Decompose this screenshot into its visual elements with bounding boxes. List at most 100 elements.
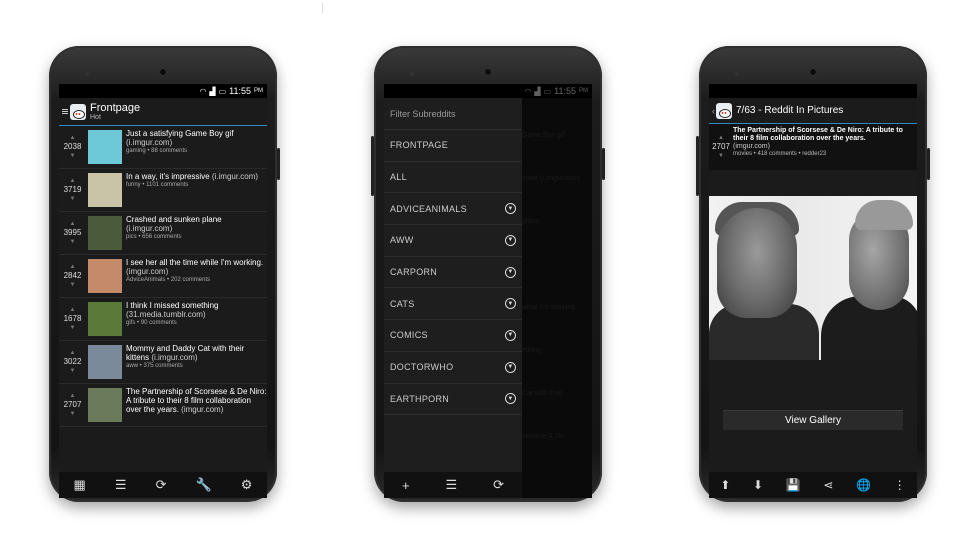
spacer xyxy=(709,360,917,410)
reddit-alien-icon[interactable] xyxy=(716,102,732,119)
drawer-item-frontpage[interactable]: FRONTPAGE xyxy=(384,130,522,162)
gallery-title: 7/63 - Reddit In Pictures xyxy=(736,105,844,116)
drawer-item-cats[interactable]: CATS ▼ xyxy=(384,288,522,321)
vote-widget: ▲ 3719 ▼ xyxy=(59,169,86,211)
vote-widget: ▲ 3022 ▼ xyxy=(59,341,86,383)
post-thumbnail[interactable] xyxy=(88,216,122,250)
chevron-down-icon[interactable]: ▼ xyxy=(505,298,516,310)
plus-icon[interactable]: + xyxy=(402,478,410,493)
post-thumbnail[interactable] xyxy=(88,130,122,164)
save-icon[interactable]: 💾 xyxy=(786,478,801,492)
post-list: ▲ 2038 ▼ Just a satisfying Game Boy gif (i.… xyxy=(59,126,267,427)
post-score: 1678 xyxy=(63,314,82,323)
arrow-up-icon[interactable]: ⬆ xyxy=(720,478,730,492)
post-title: The Partnership of Scorsese & De Niro: A… xyxy=(126,387,267,414)
phone-sensor xyxy=(410,72,414,76)
chevron-down-icon[interactable]: ▼ xyxy=(505,203,516,215)
back-icon[interactable]: ‹ xyxy=(712,106,715,116)
drawer-item-doctorwho[interactable]: DOCTORWHO ▼ xyxy=(384,352,522,384)
more-icon[interactable]: ⋮ xyxy=(894,478,906,492)
drawer-scrim[interactable] xyxy=(522,84,592,498)
app-bar: Frontpage Hot xyxy=(59,98,267,126)
downvote-icon[interactable]: ▼ xyxy=(70,196,76,202)
post-meta: movies • 418 comments • redder23 xyxy=(733,151,827,157)
globe-icon[interactable]: 🌐 xyxy=(856,478,871,492)
post-thumbnail[interactable] xyxy=(88,302,122,336)
arrow-down-icon[interactable]: ⬇ xyxy=(753,478,763,492)
post-thumbnail[interactable] xyxy=(88,173,122,207)
chevron-down-icon[interactable]: ▼ xyxy=(505,234,516,246)
post-domain: (imgur.com) xyxy=(126,267,169,276)
post-row[interactable]: ▲ 2038 ▼ Just a satisfying Game Boy gif (i.… xyxy=(59,126,267,169)
chevron-down-icon[interactable]: ▼ xyxy=(505,361,516,373)
chevron-down-icon[interactable]: ▼ xyxy=(505,393,516,405)
downvote-icon[interactable]: ▼ xyxy=(70,153,76,159)
downvote-icon[interactable]: ▼ xyxy=(718,153,724,159)
screen: ◠ ▟ ▭ 11:55 PM Frontpage Hot ▲ 2038 ▼ Just … xyxy=(59,84,267,498)
post-domain: (31.media.tumblr.com) xyxy=(126,310,206,319)
post-score: 2842 xyxy=(63,271,82,280)
downvote-icon[interactable]: ▼ xyxy=(70,239,76,245)
filter-subreddits-input[interactable]: Filter Subreddits xyxy=(384,98,522,130)
drawer-item-comics[interactable]: COMICS ▼ xyxy=(384,320,522,352)
share-icon[interactable]: ⋖ xyxy=(823,478,833,492)
refresh-icon[interactable]: ⟳ xyxy=(493,477,504,493)
post-meta: AdviceAnimals • 202 comments xyxy=(126,277,211,283)
drawer-item-earthporn[interactable]: EARTHPORN ▼ xyxy=(384,384,522,416)
page-subtitle: Hot xyxy=(90,113,101,121)
post-meta: gaming • 88 comments xyxy=(126,148,188,154)
sort-icon[interactable]: ☰ xyxy=(115,477,127,493)
post-score: 2038 xyxy=(63,142,82,151)
drawer-item-adviceanimals[interactable]: ADVICEANIMALS ▼ xyxy=(384,193,522,226)
post-row[interactable]: ▲ 2842 ▼ I see her all the time while I'm w… xyxy=(59,255,267,298)
post-row[interactable]: ▲ 3022 ▼ Mommy and Daddy Cat with their kit… xyxy=(59,341,267,384)
gallery-toolbar: ⬆ ⬇ 💾 ⋖ 🌐 ⋮ xyxy=(709,472,917,498)
wrench-icon[interactable]: 🔧 xyxy=(196,477,212,493)
vote-widget: ▲ 2842 ▼ xyxy=(59,255,86,297)
phone-sensor xyxy=(735,72,739,76)
drawer-item-all[interactable]: ALL xyxy=(384,162,522,194)
chevron-down-icon[interactable]: ▼ xyxy=(505,329,516,341)
image-figure-right-hair xyxy=(855,200,913,230)
drawer-item-carporn[interactable]: CARPORN ▼ xyxy=(384,257,522,289)
post-score: 3719 xyxy=(63,185,82,194)
post-meta: pics • 656 comments xyxy=(126,234,182,240)
drawer-item-aww[interactable]: AWW ▼ xyxy=(384,225,522,257)
post-thumbnail[interactable] xyxy=(88,259,122,293)
post-score: 2707 xyxy=(712,142,730,151)
power-button xyxy=(277,148,280,180)
downvote-icon[interactable]: ▼ xyxy=(70,325,76,331)
phone-camera xyxy=(809,68,817,76)
downvote-icon[interactable]: ▼ xyxy=(70,368,76,374)
refresh-icon[interactable]: ⟳ xyxy=(156,477,167,493)
post-row[interactable]: ▲ 3719 ▼ In a way, it's impressive (i.imgur… xyxy=(59,169,267,212)
post-row[interactable]: ▲ 1678 ▼ I think I missed something (31.med… xyxy=(59,298,267,341)
status-ampm: PM xyxy=(254,88,263,94)
post-row[interactable]: ▲ 2707 ▼ The Partnership of Scorsese & De N… xyxy=(59,384,267,427)
chevron-down-icon[interactable]: ▼ xyxy=(505,266,516,278)
drawer-item-label: DOCTORWHO xyxy=(390,362,454,373)
screen: ◠ ▟ ▭ 11:55 PM Game Boy gifssive (i.imgu… xyxy=(384,84,592,498)
gallery-post-header[interactable]: ▲ 2707 ▼ The Partnership of Scorsese & D… xyxy=(709,124,917,170)
phone-camera xyxy=(484,68,492,76)
bottom-toolbar: ▦ ☰ ⟳ 🔧 ⚙ xyxy=(59,472,267,498)
drawer-item-label: COMICS xyxy=(390,330,428,341)
grid-icon[interactable]: ▦ xyxy=(74,477,86,493)
post-title: In a way, it's impressive (i.imgur.com) xyxy=(126,172,267,181)
signal-icon: ▟ xyxy=(209,86,216,96)
gallery-image[interactable] xyxy=(709,196,917,360)
post-score: 3995 xyxy=(63,228,82,237)
downvote-icon[interactable]: ▼ xyxy=(70,411,76,417)
post-thumbnail[interactable] xyxy=(88,388,122,422)
sort-icon[interactable]: ☰ xyxy=(446,477,458,493)
menu-icon[interactable] xyxy=(62,109,68,114)
post-row[interactable]: ▲ 3995 ▼ Crashed and sunken plane (i.imgur.… xyxy=(59,212,267,255)
drawer-item-label: ADVICEANIMALS xyxy=(390,203,467,214)
downvote-icon[interactable]: ▼ xyxy=(70,282,76,288)
reddit-alien-icon[interactable] xyxy=(70,103,86,120)
vote-widget: ▲ 1678 ▼ xyxy=(59,298,86,340)
view-gallery-button[interactable]: View Gallery xyxy=(723,410,903,430)
post-thumbnail[interactable] xyxy=(88,345,122,379)
vote-widget: ▲ 3995 ▼ xyxy=(59,212,86,254)
settings-icon[interactable]: ⚙ xyxy=(241,477,253,493)
